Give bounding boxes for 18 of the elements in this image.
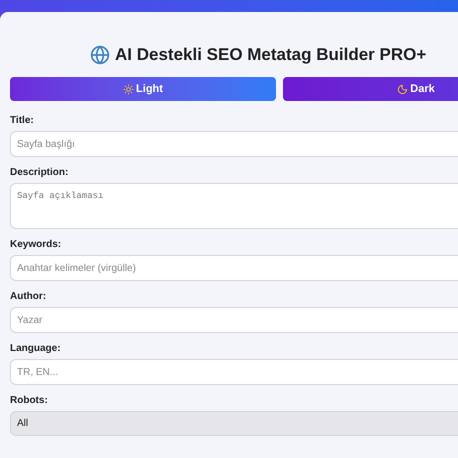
field-label: Language: — [10, 343, 62, 355]
globe-icon — [90, 45, 110, 65]
moon-icon — [397, 84, 408, 94]
page-title: AI Destekli SEO Metatag Builder PRO+ — [115, 44, 426, 66]
field-label: Description: — [10, 167, 70, 179]
description-field[interactable]: Sayfa açıklaması — [10, 183, 458, 229]
text-field[interactable]: Sayfa başlığı — [10, 131, 458, 157]
text-field[interactable]: Yazar — [10, 307, 458, 333]
field-label: Robots: — [10, 395, 49, 407]
theme-button[interactable]: Dark — [283, 77, 458, 101]
sun-icon — [123, 84, 134, 94]
field-label: Title: — [10, 115, 35, 127]
theme-button[interactable]: Light — [10, 77, 276, 101]
text-field[interactable]: Anahtar kelimeler (virgülle) — [10, 255, 458, 281]
field-label: Author: — [10, 291, 48, 303]
field-label: Keywords: — [10, 239, 62, 251]
robots-select[interactable]: All — [10, 411, 458, 436]
text-field[interactable]: TR, EN... — [10, 359, 458, 385]
